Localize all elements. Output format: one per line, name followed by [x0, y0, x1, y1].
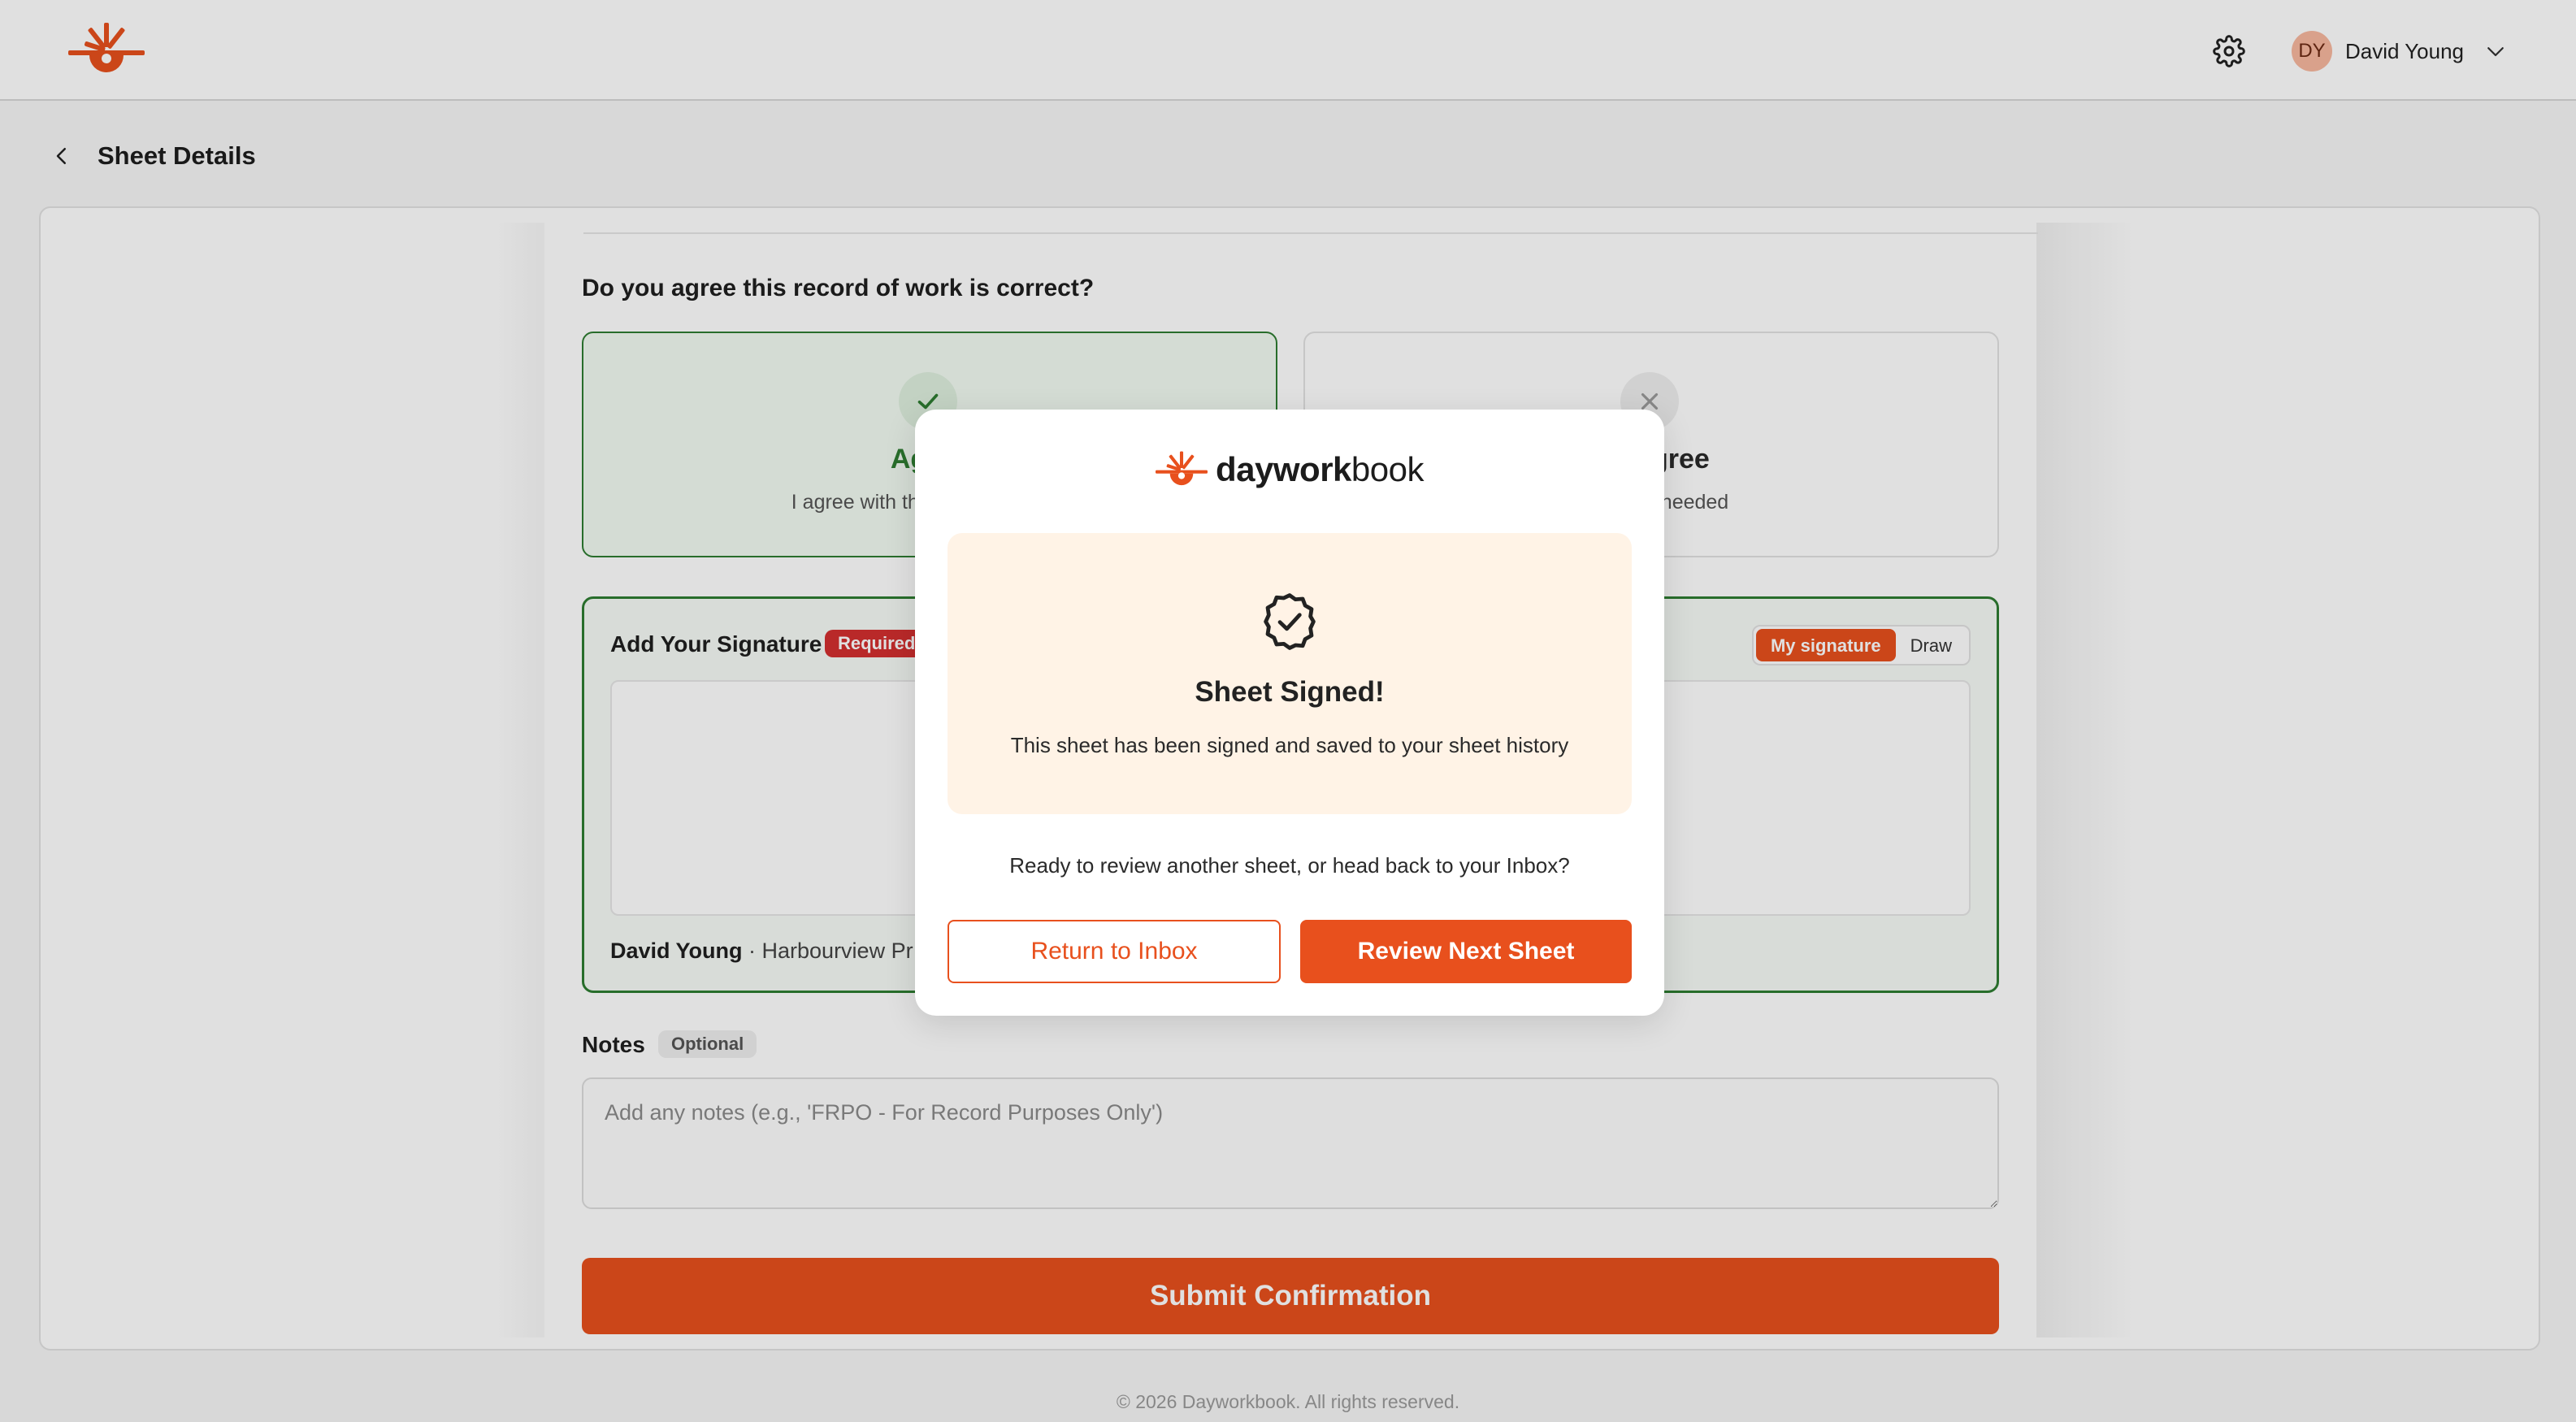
modal-question: Ready to review another sheet, or head b…: [1009, 853, 1570, 878]
sheet-signed-modal: dayworkbook Sheet Signed! This sheet has…: [915, 410, 1664, 1016]
success-message: This sheet has been signed and saved to …: [1010, 733, 1569, 757]
success-title: Sheet Signed!: [1195, 676, 1385, 708]
return-to-inbox-button[interactable]: Return to Inbox: [948, 920, 1281, 983]
brand-wordmark-regular: book: [1351, 450, 1425, 488]
brand-wordmark: dayworkbook: [1216, 450, 1424, 489]
dayworkbook-logo-icon: [1156, 451, 1208, 486]
modal-brand: dayworkbook: [915, 445, 1664, 494]
badge-check-icon: [1264, 593, 1316, 650]
review-next-sheet-button[interactable]: Review Next Sheet: [1300, 920, 1632, 983]
success-panel: Sheet Signed! This sheet has been signed…: [948, 533, 1632, 814]
brand-wordmark-bold: daywork: [1216, 450, 1351, 488]
